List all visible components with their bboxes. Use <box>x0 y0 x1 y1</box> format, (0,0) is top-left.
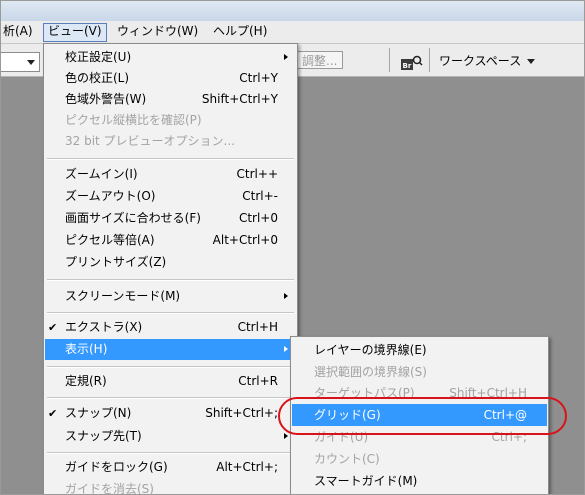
menu-separator <box>47 279 294 281</box>
title-bar <box>1 1 584 21</box>
checkmark-icon: ✔ <box>48 407 58 420</box>
menu-separator <box>47 397 294 399</box>
menu-item-lock-guides[interactable]: ガイドをロック(G) Alt+Ctrl+; <box>45 457 296 478</box>
menu-item-extras[interactable]: ✔ エクストラ(X) Ctrl+H <box>45 317 296 338</box>
submenu-item-selection-edges: 選択範囲の境界線(S) <box>314 365 427 379</box>
submenu-item-count: カウント(C) <box>314 452 380 466</box>
svg-text:Br: Br <box>403 62 412 70</box>
menu-view[interactable]: ビュー(V) <box>43 23 107 42</box>
menu-item-show[interactable]: 表示(H) <box>45 339 296 360</box>
bridge-icon[interactable]: Br <box>401 54 423 72</box>
chevron-down-icon <box>527 59 536 64</box>
checkmark-icon: ✔ <box>48 321 58 334</box>
submenu-arrow-icon <box>284 433 288 439</box>
menu-item-print-size[interactable]: プリントサイズ(Z) <box>45 252 296 273</box>
menu-item-snap[interactable]: ✔ スナップ(N) Shift+Ctrl+; <box>45 403 296 424</box>
menu-item-32bit-preview: 32 bit プレビューオプション... <box>65 134 235 148</box>
menu-window[interactable]: ウィンドウ(W) <box>113 23 202 40</box>
menu-item-zoom-in[interactable]: ズームイン(I) Ctrl++ <box>45 164 296 185</box>
annotation-highlight-ring <box>278 397 567 435</box>
workspace-switcher[interactable]: ワークスペース <box>439 52 536 70</box>
menu-help[interactable]: ヘルプ(H) <box>209 23 271 40</box>
menu-item-clear-guides: ガイドを消去(S) <box>65 482 154 495</box>
adjust-button[interactable]: 調整... <box>295 51 343 69</box>
menu-item-rulers[interactable]: 定規(R) Ctrl+R <box>45 371 296 392</box>
menu-separator <box>47 158 294 160</box>
submenu-arrow-icon <box>284 293 288 299</box>
submenu-item-layer-edges[interactable]: レイヤーの境界線(E) <box>292 339 547 361</box>
menu-item-gamut-warning[interactable]: 色域外警告(W) Shift+Ctrl+Y <box>45 89 296 110</box>
divider <box>429 48 430 72</box>
menu-item-screen-mode[interactable]: スクリーンモード(M) <box>45 286 296 307</box>
menu-separator <box>47 452 294 454</box>
menu-analysis[interactable]: 析(A) <box>1 23 37 40</box>
chevron-down-icon <box>27 60 35 65</box>
menu-item-pixel-aspect: ピクセル縦横比を確認(P) <box>65 113 202 127</box>
menu-bar: 析(A) ビュー(V) ウィンドウ(W) ヘルプ(H) <box>1 21 584 44</box>
submenu-arrow-icon <box>284 54 288 60</box>
menu-separator <box>47 312 294 314</box>
menu-item-actual-pixels[interactable]: ピクセル等倍(A) Alt+Ctrl+0 <box>45 230 296 251</box>
app-window: 析(A) ビュー(V) ウィンドウ(W) ヘルプ(H) 調整... Br ワーク… <box>0 0 585 495</box>
menu-separator <box>47 366 294 368</box>
view-menu-dropdown: 校正設定(U) 色の校正(L) Ctrl+Y 色域外警告(W) Shift+Ct… <box>43 43 298 495</box>
menu-item-proof-setup[interactable]: 校正設定(U) <box>45 47 296 68</box>
tool-preset-dropdown[interactable] <box>1 52 40 72</box>
submenu-arrow-icon <box>284 346 288 352</box>
workspace-label: ワークスペース <box>439 54 522 68</box>
menu-item-proof-colors[interactable]: 色の校正(L) Ctrl+Y <box>45 68 296 89</box>
submenu-item-smart-guides[interactable]: スマートガイド(M) <box>292 470 547 492</box>
menu-item-snap-to[interactable]: スナップ先(T) <box>45 426 296 447</box>
menu-item-fit-screen[interactable]: 画面サイズに合わせる(F) Ctrl+0 <box>45 208 296 229</box>
divider <box>389 48 390 72</box>
menu-item-zoom-out[interactable]: ズームアウト(O) Ctrl+- <box>45 186 296 207</box>
